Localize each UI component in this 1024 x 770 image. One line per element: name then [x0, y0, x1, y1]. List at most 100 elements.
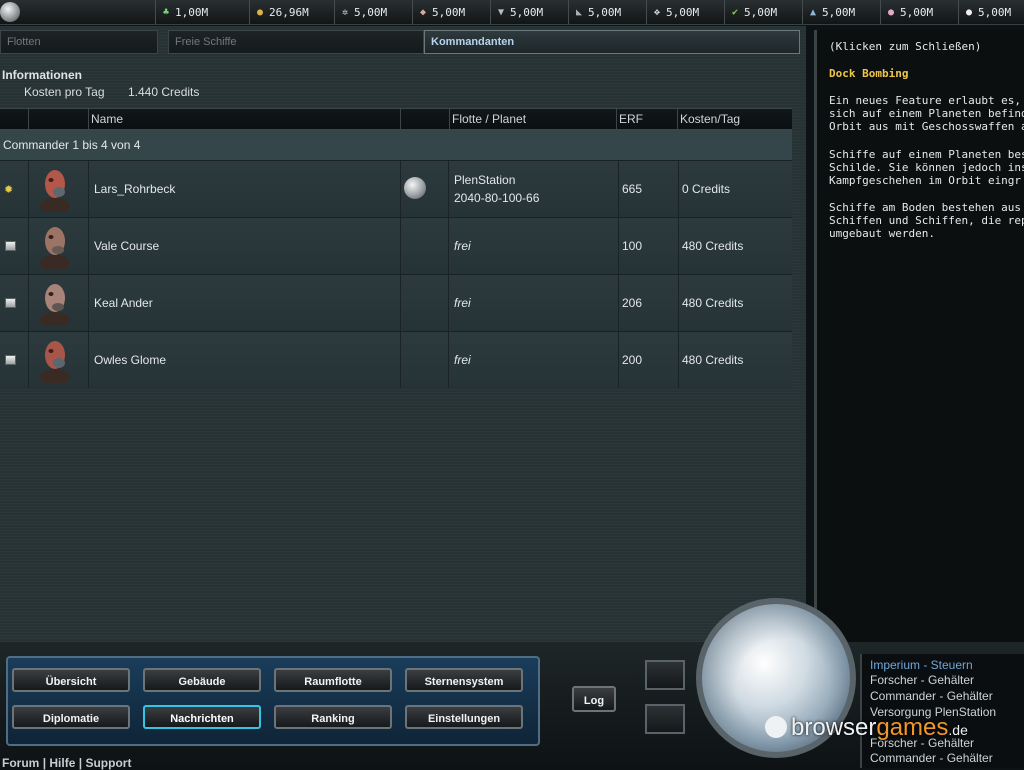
resource-3: ✲ 5,00M — [334, 0, 415, 24]
commander-avatar — [40, 284, 70, 326]
news-line: sich auf einem Planeten befinde — [829, 107, 1024, 120]
costs-value: 0 Credits — [682, 182, 731, 196]
fleet-cell: PlenStation 2040-80-100-66 — [448, 161, 619, 217]
resource-11: ● 5,00M — [958, 0, 1024, 24]
resource-7: ✥ 5,00M — [646, 0, 727, 24]
erf-value: 200 — [622, 353, 643, 367]
table-row[interactable]: Owles Glome frei 200 480 Credits — [0, 331, 792, 388]
news-title: Dock Bombing — [829, 67, 909, 80]
erf-cell: 100 — [618, 218, 679, 274]
resource-7-icon: ✥ — [653, 6, 661, 18]
erf-cell: 206 — [618, 275, 679, 331]
costs-cell: 480 Credits — [678, 218, 793, 274]
resource-6-icon: ◣ — [575, 6, 583, 18]
commander-panel: Flotten Freie Schiffe Kommandanten Infor… — [0, 26, 806, 642]
table-row[interactable]: Keal Ander frei 206 480 Credits — [0, 274, 792, 331]
commander-name: Owles Glome — [94, 353, 167, 367]
resource-10: ● 5,00M — [880, 0, 961, 24]
resource-energy: ♣ 1,00M — [155, 0, 252, 24]
portrait-cell — [28, 332, 89, 388]
resource-value: 26,96M — [269, 5, 309, 19]
tab-flotten[interactable]: Flotten — [0, 30, 158, 54]
resource-9-icon: ▲ — [809, 6, 817, 18]
resource-value: 5,00M — [354, 5, 388, 19]
watermark-dot-icon — [765, 716, 787, 738]
table-row[interactable]: ✹ Lars_Rohrbeck PlenStation 2040-80-100-… — [0, 160, 792, 217]
header-portrait — [28, 109, 89, 129]
commander-avatar — [40, 227, 70, 269]
checkbox-icon[interactable] — [5, 298, 16, 308]
header-erf[interactable]: ERF — [616, 109, 675, 129]
planet-cell — [400, 332, 449, 388]
resource-value: 5,00M — [900, 5, 934, 19]
fleet-status: frei — [454, 296, 471, 310]
news-line: Schiffen und Schiffen, die repari — [829, 214, 1024, 227]
resource-4: ◆ 5,00M — [412, 0, 493, 24]
news-paragraph: Ein neues Feature erlaubt es, Sc sich au… — [829, 94, 1024, 133]
header-costs[interactable]: Kosten/Tag — [677, 109, 790, 129]
resource-4-icon: ◆ — [419, 6, 427, 18]
news-panel[interactable]: (Klicken zum Schließen) Dock Bombing Ein… — [814, 30, 1024, 642]
planet-icon[interactable] — [404, 177, 426, 199]
settings-button[interactable]: Einstellungen — [405, 705, 523, 729]
header-fleet-planet[interactable]: Flotte / Planet — [449, 109, 616, 129]
resource-5: ▼ 5,00M — [490, 0, 571, 24]
costs-cell: 480 Credits — [678, 275, 793, 331]
tab-kommandanten[interactable]: Kommandanten — [424, 30, 800, 54]
table-header: Name Flotte / Planet ERF Kosten/Tag — [0, 108, 792, 130]
status-cell[interactable] — [0, 275, 28, 331]
tab-freie-schiffe[interactable]: Freie Schiffe — [168, 30, 424, 54]
log-button[interactable]: Log — [572, 686, 616, 712]
info-title: Informationen — [2, 68, 82, 82]
planet-globe-icon[interactable] — [0, 2, 20, 22]
planet-cell — [400, 161, 449, 217]
fleet-cell: frei — [448, 332, 619, 388]
status-cell[interactable]: ✹ — [0, 161, 28, 217]
resource-bar: ♣ 1,00M ● 26,96M ✲ 5,00M ◆ 5,00M ▼ 5,00M ◣ 5,0… — [0, 0, 1024, 25]
name-cell: Vale Course — [88, 218, 401, 274]
commander-name: Vale Course — [94, 239, 160, 253]
watermark-logo: browsergames.de — [765, 714, 968, 742]
portrait-cell — [28, 218, 89, 274]
table-row[interactable]: Vale Course frei 100 480 Credits — [0, 217, 792, 274]
header-status — [0, 109, 28, 129]
costs-per-day-value: 1.440 Credits — [128, 85, 200, 99]
expense-list: Imperium - Steuern Forscher - Gehälter C… — [860, 654, 1024, 768]
header-name[interactable]: Name — [88, 109, 399, 129]
news-line: Schiffe am Boden bestehen aus — [829, 201, 1022, 214]
erf-cell: 200 — [618, 332, 679, 388]
close-hint[interactable]: (Klicken zum Schließen) — [829, 40, 981, 53]
checkbox-icon[interactable] — [5, 355, 16, 365]
ranking-button[interactable]: Ranking — [274, 705, 392, 729]
news-line: Ein neues Feature erlaubt es, Sc — [829, 94, 1024, 107]
resource-11-icon: ● — [965, 6, 973, 18]
status-cell[interactable] — [0, 218, 28, 274]
diplomacy-button[interactable]: Diplomatie — [12, 705, 130, 729]
checkbox-icon[interactable] — [5, 241, 16, 251]
portrait-cell — [28, 161, 89, 217]
expense-item: Commander - Gehälter — [870, 689, 993, 703]
expense-item[interactable]: Imperium - Steuern — [870, 658, 973, 672]
costs-cell: 0 Credits — [678, 161, 793, 217]
resource-value: 5,00M — [822, 5, 856, 19]
overview-button[interactable]: Übersicht — [12, 668, 130, 692]
resource-10-icon: ● — [887, 6, 895, 18]
status-cell[interactable] — [0, 332, 28, 388]
commander-avatar — [40, 170, 70, 212]
costs-value: 480 Credits — [682, 239, 744, 253]
commander-name: Keal Ander — [94, 296, 153, 310]
messages-button[interactable]: Nachrichten — [143, 705, 261, 729]
planet-cell — [400, 275, 449, 331]
resource-3-icon: ✲ — [341, 6, 349, 18]
buildings-button[interactable]: Gebäude — [143, 668, 261, 692]
resource-value: 5,00M — [432, 5, 466, 19]
resource-value: 5,00M — [666, 5, 700, 19]
star-system-button[interactable]: Sternensystem — [405, 668, 523, 692]
group-label: Commander 1 bis 4 von 4 — [0, 130, 792, 160]
news-line: Schiffe auf einem Planeten besi — [829, 148, 1024, 161]
hud-slot[interactable] — [645, 660, 685, 690]
erf-cell: 665 — [618, 161, 679, 217]
resource-5-icon: ▼ — [497, 6, 505, 18]
hud-slot[interactable] — [645, 704, 685, 734]
space-fleet-button[interactable]: Raumflotte — [274, 668, 392, 692]
